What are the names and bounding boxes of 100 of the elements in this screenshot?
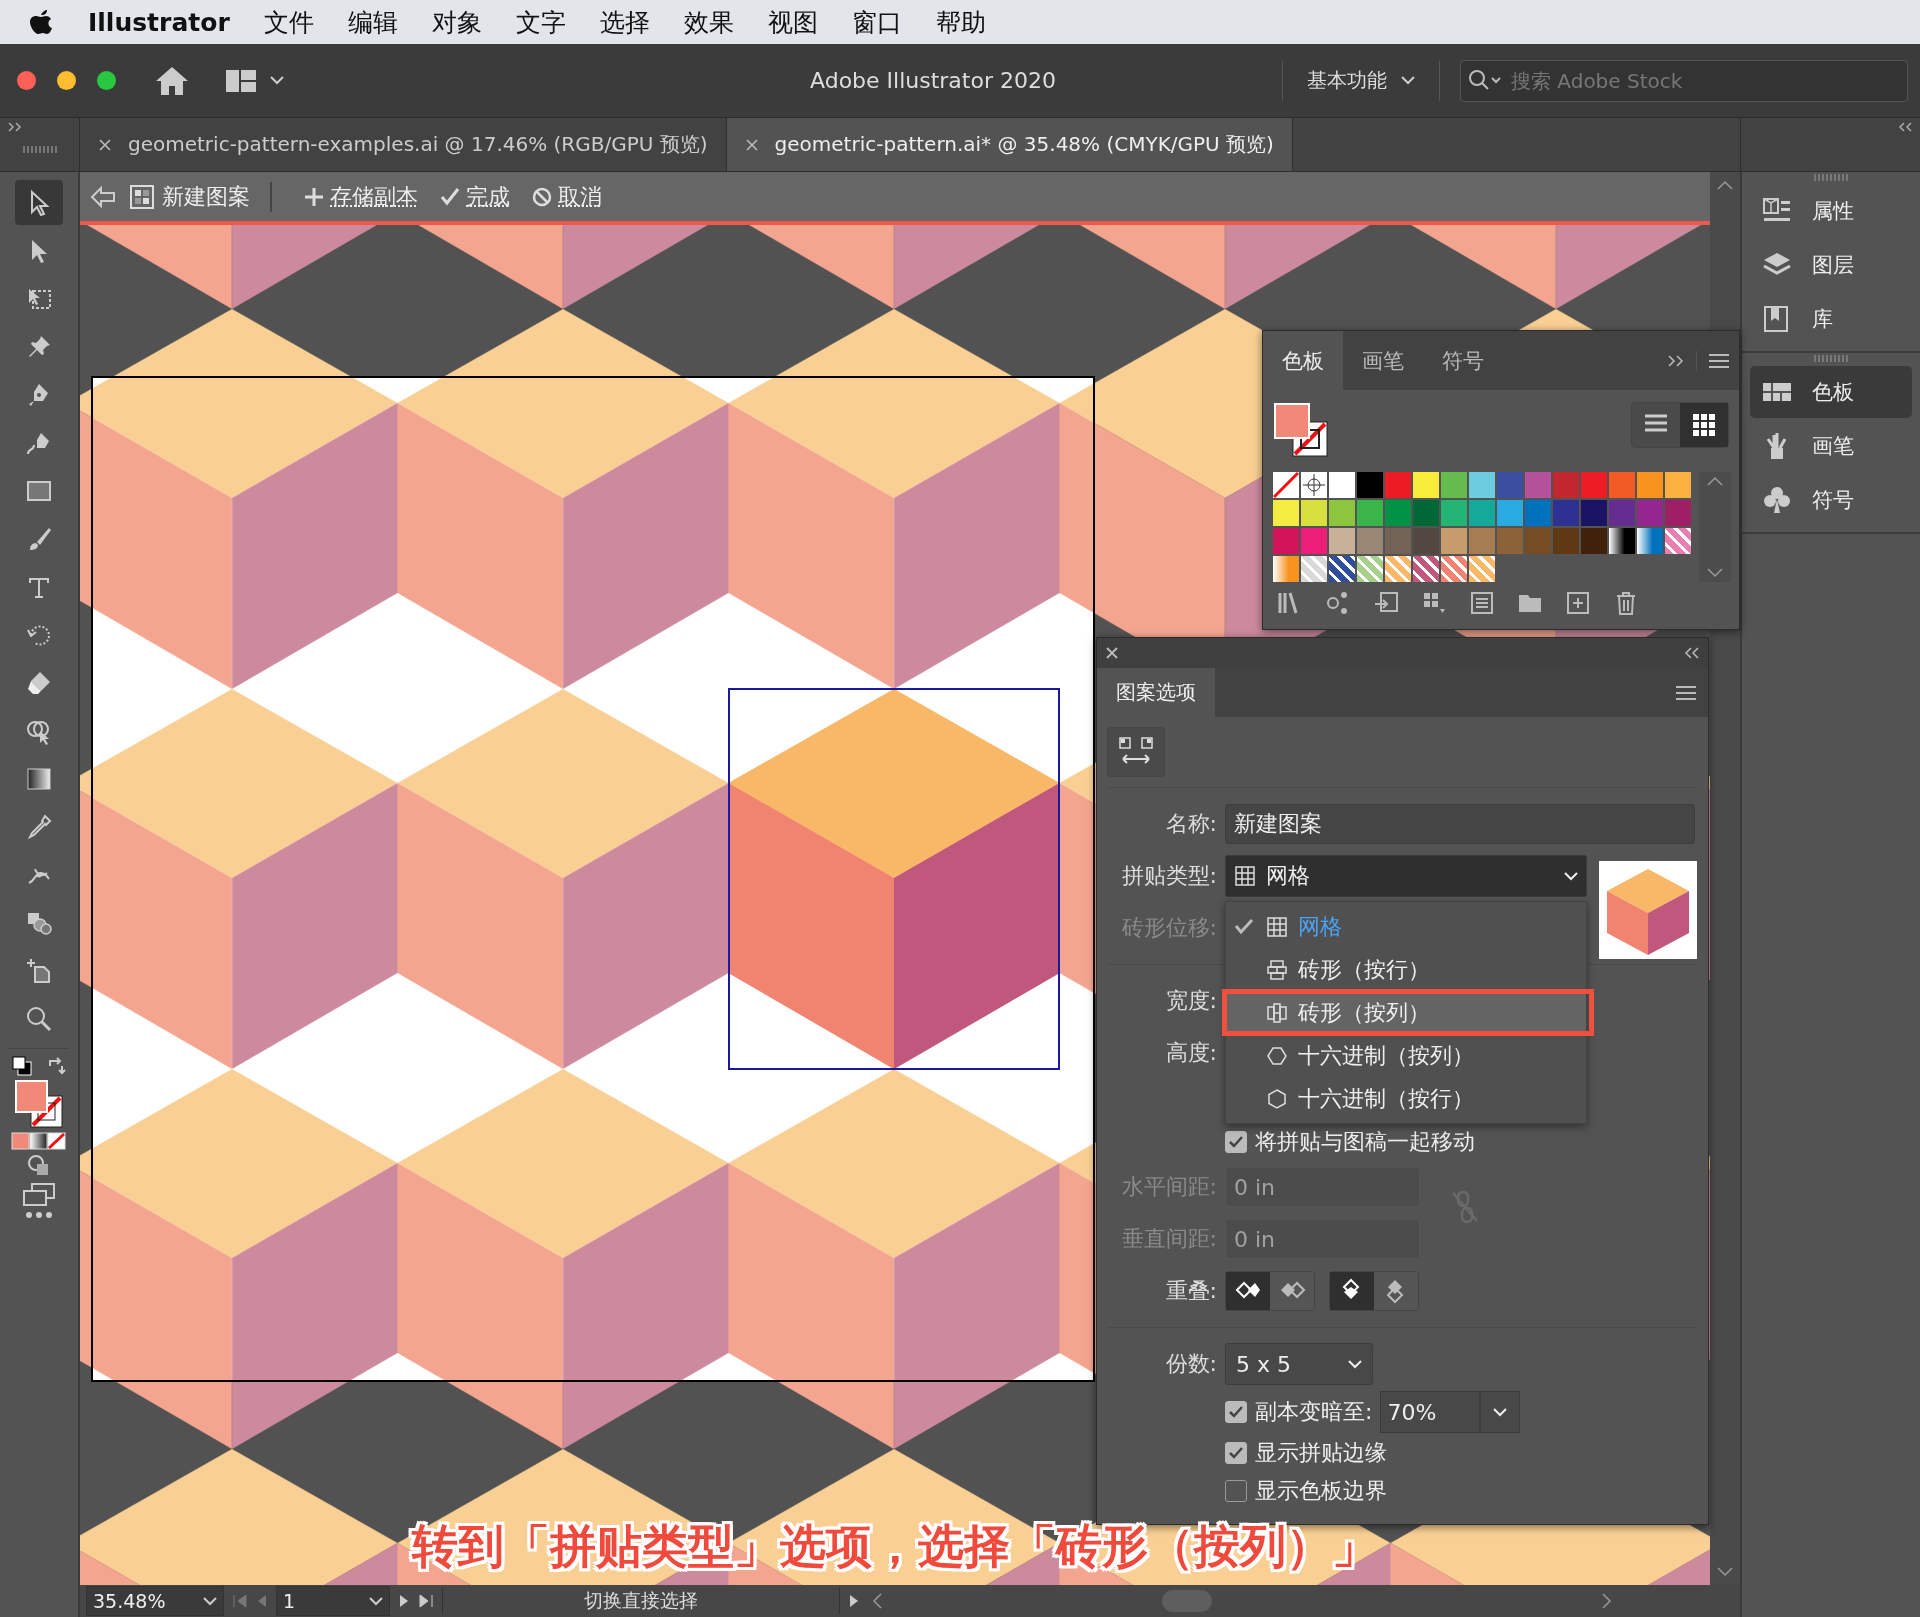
menu-item[interactable]: 视图 (767, 5, 818, 39)
color-swatch[interactable] (1329, 500, 1355, 526)
color-swatch[interactable] (1581, 500, 1607, 526)
color-swatch[interactable] (1581, 528, 1607, 554)
gradient-swatch[interactable] (1637, 528, 1663, 554)
screen-mode-icon[interactable] (22, 1182, 56, 1208)
close-icon[interactable] (98, 137, 112, 152)
scroll-right-icon[interactable] (1602, 1593, 1612, 1609)
view-toggle-button[interactable] (1632, 403, 1680, 447)
next-page-icon[interactable] (398, 1594, 410, 1608)
color-swatch[interactable] (1637, 500, 1663, 526)
color-swatch[interactable] (1497, 472, 1523, 498)
gradient-swatch[interactable] (1273, 556, 1299, 582)
menu-item[interactable]: 编辑 (347, 5, 398, 39)
search-field[interactable]: 搜索 Adobe Stock (1460, 59, 1908, 102)
scroll-left-icon[interactable] (872, 1593, 882, 1609)
zoom-button[interactable] (97, 71, 116, 90)
color-swatch[interactable] (1329, 528, 1355, 554)
color-swatch[interactable] (1609, 500, 1635, 526)
color-swatch[interactable] (1665, 500, 1691, 526)
previous-page-icon[interactable] (256, 1594, 268, 1608)
fill-stroke-icon[interactable] (1273, 402, 1329, 458)
back-arrow-icon[interactable] (90, 185, 116, 208)
swap-icon[interactable] (46, 1056, 66, 1076)
color-swatch[interactable] (1525, 472, 1551, 498)
grip-handle[interactable] (1814, 174, 1848, 181)
selected-tile-drawing[interactable] (728, 688, 1060, 1070)
more-icon[interactable] (25, 1211, 53, 1219)
scroll-down-icon[interactable] (1707, 568, 1723, 578)
pattern-swatch[interactable] (1329, 556, 1355, 582)
menu-item[interactable]: 窗口 (851, 5, 902, 39)
fill-stroke-icon[interactable] (14, 1079, 64, 1129)
color-swatch[interactable] (1441, 472, 1467, 498)
color-swatch[interactable] (1553, 472, 1579, 498)
pattern-swatch[interactable] (1469, 556, 1495, 582)
page-dropdown[interactable]: 1 (276, 1586, 390, 1616)
menu-item[interactable]: 帮助 (935, 5, 986, 39)
pattern-swatch[interactable] (1357, 556, 1383, 582)
pattern-action-button[interactable]: 取消 (528, 181, 606, 212)
apple-icon[interactable] (28, 7, 54, 37)
play-icon[interactable] (848, 1594, 860, 1608)
swatch-options-icon[interactable] (1469, 590, 1495, 616)
collapse-icon[interactable] (1684, 647, 1700, 659)
dropdown-button[interactable] (1480, 1391, 1521, 1433)
last-page-icon[interactable] (418, 1594, 434, 1608)
copies-dropdown[interactable]: 5 x 5 (1225, 1343, 1373, 1385)
color-swatch[interactable] (1273, 500, 1299, 526)
color-swatch[interactable] (1441, 500, 1467, 526)
menu-item[interactable]: 文字 (515, 5, 566, 39)
overlap-button[interactable] (1330, 1272, 1374, 1310)
none-swatch[interactable] (1273, 472, 1299, 498)
color-mode-icon[interactable] (11, 1132, 67, 1150)
overlap-button[interactable] (1226, 1272, 1270, 1310)
color-swatch[interactable] (1413, 500, 1439, 526)
edit-tile-button[interactable] (1107, 727, 1165, 777)
scroll-up-icon[interactable] (1717, 180, 1733, 190)
default-colors-icon[interactable] (12, 1056, 32, 1076)
color-swatch[interactable] (1525, 500, 1551, 526)
panel-tab[interactable]: 色板 (1263, 331, 1343, 390)
color-swatch[interactable] (1469, 500, 1495, 526)
close-button[interactable] (17, 71, 36, 90)
overflow-icon[interactable] (1668, 354, 1684, 367)
dock-panel-button[interactable]: 库 (1750, 293, 1912, 345)
color-swatch[interactable] (1273, 528, 1299, 554)
color-swatch[interactable] (1553, 528, 1579, 554)
dock-panel-button[interactable]: 符号 (1750, 474, 1912, 526)
close-icon[interactable] (744, 137, 759, 152)
name-field[interactable]: 新建图案 (1225, 804, 1695, 844)
menu-item[interactable]: 十六进制（按行） (1226, 1077, 1586, 1120)
color-swatch[interactable] (1385, 528, 1411, 554)
color-swatch[interactable] (1413, 472, 1439, 498)
color-swatch[interactable] (1497, 500, 1523, 526)
dock-panel-button[interactable]: 图层 (1750, 239, 1912, 291)
menu-item[interactable]: 文件 (263, 5, 314, 39)
dock-panel-button[interactable]: 色板 (1750, 366, 1912, 418)
panel-tab[interactable]: 图案选项 (1097, 668, 1215, 717)
dock-panel-button[interactable]: 属性 (1750, 185, 1912, 237)
collapse-icon[interactable] (8, 122, 22, 132)
color-group-icon[interactable] (1421, 590, 1447, 616)
color-swatch[interactable] (1609, 472, 1635, 498)
grip-handle[interactable] (22, 146, 57, 153)
color-swatch[interactable] (1441, 528, 1467, 554)
color-swatch[interactable] (1301, 528, 1327, 554)
scroll-down-icon[interactable] (1717, 1567, 1733, 1577)
pattern-swatch[interactable] (1301, 556, 1327, 582)
menu-item[interactable]: 选择 (599, 5, 650, 39)
checkbox[interactable] (1225, 1401, 1247, 1423)
color-swatch[interactable] (1357, 500, 1383, 526)
home-icon[interactable] (154, 64, 190, 97)
zoom-dropdown[interactable]: 35.48% (86, 1586, 224, 1616)
tool-button[interactable] (15, 180, 63, 225)
view-toggle-button[interactable] (1680, 403, 1728, 447)
menu-item[interactable]: 砖形（按行） (1226, 948, 1586, 991)
color-swatch[interactable] (1469, 472, 1495, 498)
pattern-swatch[interactable] (1665, 528, 1691, 554)
expand-icon[interactable] (1898, 122, 1912, 132)
color-swatch[interactable] (1301, 500, 1327, 526)
app-menu[interactable]: Illustrator (88, 7, 230, 37)
menu-item[interactable]: 十六进制（按列） (1226, 1034, 1586, 1077)
color-swatch[interactable] (1385, 472, 1411, 498)
